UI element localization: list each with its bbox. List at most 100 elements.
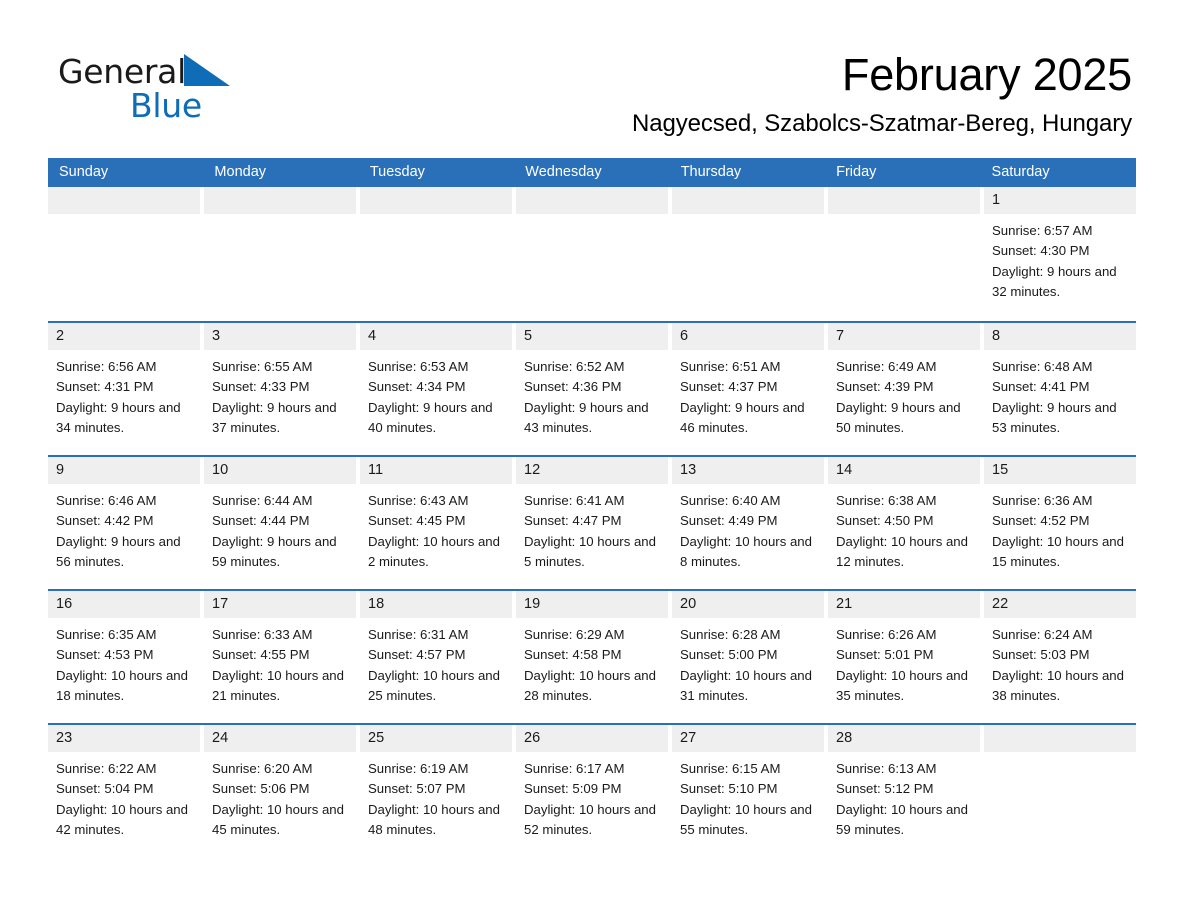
sunrise-text: Sunrise: 6:44 AM (212, 493, 313, 508)
daylight-text: Daylight: 10 hours and 38 minutes. (992, 667, 1124, 703)
daylight-text: Daylight: 10 hours and 59 minutes. (836, 801, 968, 837)
daylight-text: Daylight: 10 hours and 5 minutes. (524, 533, 656, 569)
day-number: 23 (48, 725, 200, 752)
daylight-text: Daylight: 9 hours and 46 minutes. (680, 399, 805, 435)
sunset-text: Sunset: 5:12 PM (836, 781, 934, 797)
day-info: Sunrise: 6:13 AM Sunset: 5:12 PM Daylight:… (828, 752, 980, 840)
sunset-text: Sunset: 5:04 PM (56, 781, 154, 797)
day-cell[interactable]: 15 Sunrise: 6:36 AM Sunset: 4:52 PM Dayligh… (984, 457, 1136, 589)
sunrise-text: Sunrise: 6:22 AM (56, 761, 157, 776)
calendar-page: General Blue February 2025 Nagyecsed, Sz… (0, 0, 1188, 918)
day-number: 10 (204, 457, 356, 484)
day-cell[interactable]: 8 Sunrise: 6:48 AM Sunset: 4:41 PM Daylight… (984, 323, 1136, 455)
day-cell[interactable]: 23 Sunrise: 6:22 AM Sunset: 5:04 PM Dayligh… (48, 725, 204, 857)
sunset-text: Sunset: 4:58 PM (524, 647, 622, 663)
day-cell[interactable]: 17 Sunrise: 6:33 AM Sunset: 4:55 PM Dayligh… (204, 591, 360, 723)
day-cell[interactable]: 26 Sunrise: 6:17 AM Sunset: 5:09 PM Dayligh… (516, 725, 672, 857)
weekday-friday: Friday (836, 164, 877, 180)
sunrise-text: Sunrise: 6:55 AM (212, 359, 313, 374)
day-cell[interactable]: 11 Sunrise: 6:43 AM Sunset: 4:45 PM Dayligh… (360, 457, 516, 589)
page-header: General Blue February 2025 Nagyecsed, Sz… (0, 0, 1188, 152)
weekday-wednesday: Wednesday (525, 164, 602, 180)
day-cell[interactable]: 24 Sunrise: 6:20 AM Sunset: 5:06 PM Dayligh… (204, 725, 360, 857)
day-cell[interactable]: 20 Sunrise: 6:28 AM Sunset: 5:00 PM Dayligh… (672, 591, 828, 723)
weekday-saturday: Saturday (991, 164, 1050, 180)
day-cell[interactable]: 3 Sunrise: 6:55 AM Sunset: 4:33 PM Daylight… (204, 323, 360, 455)
day-number: 8 (984, 323, 1136, 350)
day-info: Sunrise: 6:29 AM Sunset: 4:58 PM Daylight:… (516, 618, 668, 706)
day-cell[interactable]: 27 Sunrise: 6:15 AM Sunset: 5:10 PM Dayligh… (672, 725, 828, 857)
day-cell[interactable]: 22 Sunrise: 6:24 AM Sunset: 5:03 PM Dayligh… (984, 591, 1136, 723)
day-cell[interactable]: 7 Sunrise: 6:49 AM Sunset: 4:39 PM Daylight… (828, 323, 984, 455)
day-info: Sunrise: 6:53 AM Sunset: 4:34 PM Daylight:… (360, 350, 512, 438)
daylight-text: Daylight: 9 hours and 59 minutes. (212, 533, 337, 569)
day-number: 19 (516, 591, 668, 618)
day-info: Sunrise: 6:52 AM Sunset: 4:36 PM Daylight:… (516, 350, 668, 438)
sunset-text: Sunset: 4:55 PM (212, 647, 310, 663)
day-number (828, 187, 980, 214)
day-cell[interactable]: 2 Sunrise: 6:56 AM Sunset: 4:31 PM Daylight… (48, 323, 204, 455)
calendar-week-row: 1 Sunrise: 6:57 AM Sunset: 4:30 PM Daylight… (48, 187, 1136, 321)
day-cell[interactable]: 13 Sunrise: 6:40 AM Sunset: 4:49 PM Dayligh… (672, 457, 828, 589)
daylight-text: Daylight: 10 hours and 35 minutes. (836, 667, 968, 703)
weekday-monday: Monday (214, 164, 267, 180)
general-blue-logo[interactable]: General Blue (58, 52, 318, 128)
day-cell[interactable]: 18 Sunrise: 6:31 AM Sunset: 4:57 PM Dayligh… (360, 591, 516, 723)
daylight-text: Daylight: 9 hours and 40 minutes. (368, 399, 493, 435)
logo-text-blue: Blue (130, 86, 202, 125)
day-cell[interactable]: 21 Sunrise: 6:26 AM Sunset: 5:01 PM Dayligh… (828, 591, 984, 723)
calendar-week-row: 2 Sunrise: 6:56 AM Sunset: 4:31 PM Daylight… (48, 321, 1136, 455)
sunrise-text: Sunrise: 6:33 AM (212, 627, 313, 642)
title-block: February 2025 Nagyecsed, Szabolcs-Szatma… (372, 46, 1132, 140)
day-info: Sunrise: 6:15 AM Sunset: 5:10 PM Daylight:… (672, 752, 824, 840)
day-cell[interactable]: 19 Sunrise: 6:29 AM Sunset: 4:58 PM Dayligh… (516, 591, 672, 723)
day-cell[interactable]: 28 Sunrise: 6:13 AM Sunset: 5:12 PM Dayligh… (828, 725, 984, 857)
daylight-text: Daylight: 10 hours and 48 minutes. (368, 801, 500, 837)
page-title: February 2025 (841, 49, 1132, 100)
sunrise-text: Sunrise: 6:38 AM (836, 493, 937, 508)
daylight-text: Daylight: 10 hours and 28 minutes. (524, 667, 656, 703)
day-number: 1 (984, 187, 1136, 214)
day-info: Sunrise: 6:19 AM Sunset: 5:07 PM Daylight:… (360, 752, 512, 840)
calendar-weeks: 1 Sunrise: 6:57 AM Sunset: 4:30 PM Daylight… (48, 187, 1136, 857)
day-cell[interactable]: 6 Sunrise: 6:51 AM Sunset: 4:37 PM Daylight… (672, 323, 828, 455)
day-number: 12 (516, 457, 668, 484)
day-cell[interactable]: 10 Sunrise: 6:44 AM Sunset: 4:44 PM Dayligh… (204, 457, 360, 589)
sunrise-text: Sunrise: 6:19 AM (368, 761, 469, 776)
day-cell[interactable]: 12 Sunrise: 6:41 AM Sunset: 4:47 PM Dayligh… (516, 457, 672, 589)
day-info: Sunrise: 6:28 AM Sunset: 5:00 PM Daylight:… (672, 618, 824, 706)
day-cell[interactable]: 16 Sunrise: 6:35 AM Sunset: 4:53 PM Dayligh… (48, 591, 204, 723)
day-cell[interactable]: 1 Sunrise: 6:57 AM Sunset: 4:30 PM Daylight… (984, 187, 1136, 321)
daylight-text: Daylight: 10 hours and 15 minutes. (992, 533, 1124, 569)
sunset-text: Sunset: 4:30 PM (992, 243, 1090, 259)
sunrise-text: Sunrise: 6:17 AM (524, 761, 625, 776)
day-cell-empty (360, 187, 516, 321)
day-number (984, 725, 1136, 752)
day-cell[interactable]: 5 Sunrise: 6:52 AM Sunset: 4:36 PM Daylight… (516, 323, 672, 455)
sunset-text: Sunset: 4:33 PM (212, 379, 310, 395)
day-number: 26 (516, 725, 668, 752)
day-number: 2 (48, 323, 200, 350)
daylight-text: Daylight: 9 hours and 43 minutes. (524, 399, 649, 435)
day-info: Sunrise: 6:40 AM Sunset: 4:49 PM Daylight:… (672, 484, 824, 572)
calendar-grid: Sunday Monday Tuesday Wednesday Thursday… (48, 158, 1136, 857)
sunset-text: Sunset: 5:06 PM (212, 781, 310, 797)
daylight-text: Daylight: 9 hours and 50 minutes. (836, 399, 961, 435)
sunset-text: Sunset: 4:53 PM (56, 647, 154, 663)
day-cell[interactable]: 4 Sunrise: 6:53 AM Sunset: 4:34 PM Daylight… (360, 323, 516, 455)
sunset-text: Sunset: 4:41 PM (992, 379, 1090, 395)
day-cell[interactable]: 14 Sunrise: 6:38 AM Sunset: 4:50 PM Dayligh… (828, 457, 984, 589)
daylight-text: Daylight: 10 hours and 45 minutes. (212, 801, 344, 837)
sunrise-text: Sunrise: 6:24 AM (992, 627, 1093, 642)
sunset-text: Sunset: 5:09 PM (524, 781, 622, 797)
day-cell[interactable]: 9 Sunrise: 6:46 AM Sunset: 4:42 PM Daylight… (48, 457, 204, 589)
day-number (516, 187, 668, 214)
sunrise-text: Sunrise: 6:13 AM (836, 761, 937, 776)
day-cell[interactable]: 25 Sunrise: 6:19 AM Sunset: 5:07 PM Dayligh… (360, 725, 516, 857)
sunset-text: Sunset: 4:31 PM (56, 379, 154, 395)
sunset-text: Sunset: 4:42 PM (56, 513, 154, 529)
weekday-header-row: Sunday Monday Tuesday Wednesday Thursday… (48, 158, 1136, 187)
day-number: 13 (672, 457, 824, 484)
sunset-text: Sunset: 4:50 PM (836, 513, 934, 529)
weekday-thursday: Thursday (680, 164, 742, 180)
